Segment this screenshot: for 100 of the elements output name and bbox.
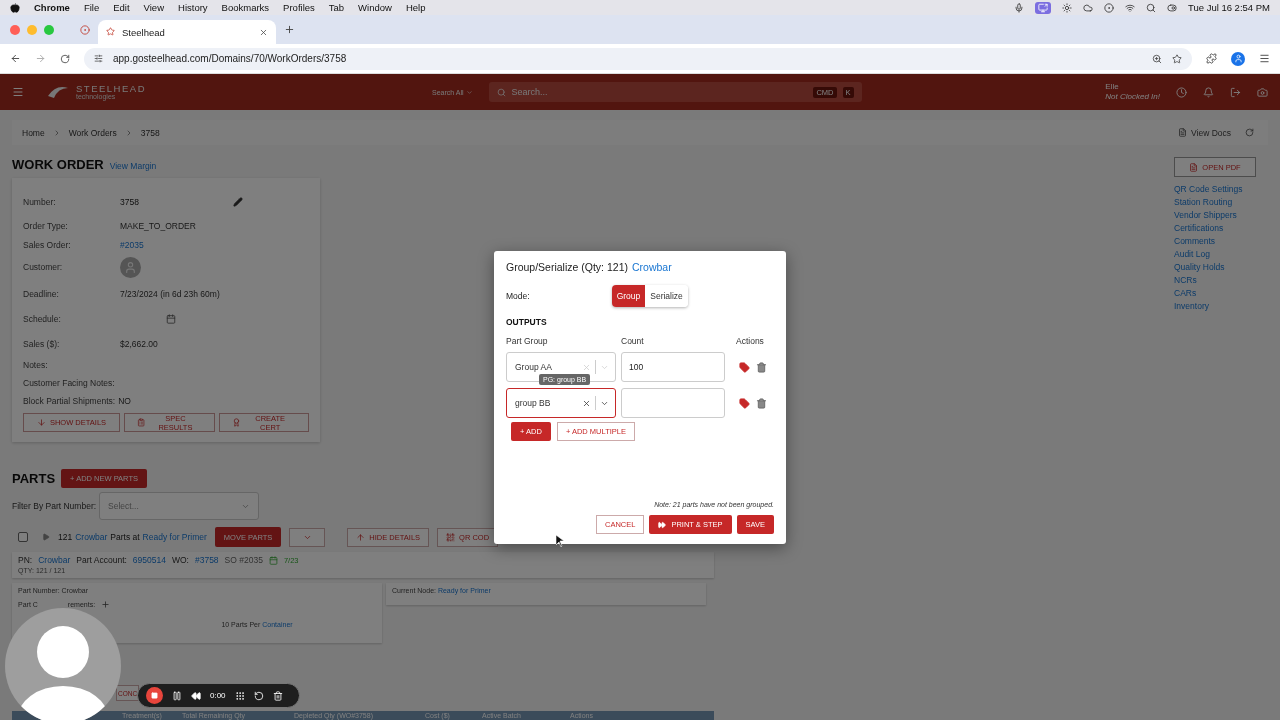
count-field[interactable]: 100 — [621, 352, 725, 382]
field-label: Customer: — [23, 262, 64, 272]
browser-tab[interactable]: Steelhead — [98, 20, 276, 44]
sidebar-link[interactable]: Inventory — [1174, 300, 1256, 313]
zoom-icon[interactable] — [1152, 53, 1162, 64]
breadcrumb[interactable]: Work Orders — [68, 127, 117, 138]
sidebar-link[interactable]: QR Code Settings — [1174, 183, 1256, 196]
menu-item[interactable]: Help — [405, 2, 426, 13]
grid-icon[interactable] — [234, 690, 245, 701]
part-link[interactable]: Crowbar — [631, 261, 672, 273]
bell-icon[interactable] — [1203, 86, 1214, 98]
field-value: $2,662.00 — [120, 339, 159, 349]
screen-share-icon[interactable] — [1034, 1, 1051, 14]
part-link[interactable]: Crowbar — [38, 555, 71, 565]
extensions-icon[interactable] — [1206, 53, 1217, 64]
mode-toggle[interactable]: Group — [611, 285, 646, 307]
stop-button[interactable] — [146, 687, 163, 704]
sidebar-link[interactable]: NCRs — [1174, 274, 1256, 287]
view-margin-link[interactable]: View Margin — [109, 161, 157, 171]
circle-icon — [1103, 2, 1114, 13]
caret-icon — [465, 88, 473, 96]
clear-icon[interactable] — [582, 398, 591, 408]
menu-app-name[interactable]: Chrome — [34, 2, 70, 13]
logo-name: STEELHEAD — [76, 83, 146, 94]
user-status: Not Clocked In! — [1105, 92, 1160, 102]
menu-item[interactable]: Profiles — [283, 2, 315, 13]
sidebar-link[interactable]: CARs — [1174, 287, 1256, 300]
record-icon — [80, 24, 90, 35]
part-group-select[interactable]: group BB — [506, 388, 616, 418]
field-value: 3758 — [120, 197, 139, 207]
field-label: Block Partial Shipments: — [23, 396, 116, 406]
new-tab-icon[interactable] — [284, 24, 295, 35]
rewind-icon[interactable] — [191, 690, 201, 701]
pdf-icon — [1189, 162, 1199, 172]
field-label: Schedule: — [23, 314, 62, 324]
sidebar-link[interactable]: Comments — [1174, 235, 1256, 248]
field-label: Customer Facing Notes: — [23, 378, 116, 388]
clock-icon[interactable] — [1176, 86, 1187, 98]
arrow-up-icon — [356, 532, 366, 542]
sidebar-link[interactable]: Certifications — [1174, 222, 1256, 235]
expand-icon[interactable] — [42, 533, 50, 541]
wo-label: WO: — [171, 555, 189, 565]
stop-icon — [151, 692, 158, 699]
profile-icon[interactable] — [1231, 51, 1245, 66]
add-icon[interactable] — [101, 600, 111, 609]
parts-group-text: 121 Crowbar Parts at Ready for Primer — [58, 532, 207, 542]
bookmark-star-icon[interactable] — [1172, 53, 1182, 64]
search-icon — [1145, 2, 1156, 13]
sidebar-link[interactable]: Vendor Shippers — [1174, 209, 1256, 222]
count-field[interactable] — [621, 388, 725, 418]
mode-toggle[interactable]: Serialize — [645, 285, 688, 307]
trash-icon[interactable] — [272, 690, 283, 701]
view-docs-link[interactable]: View Docs — [1178, 127, 1231, 138]
checkbox[interactable] — [18, 532, 28, 542]
address-field[interactable]: app.gosteelhead.com/Domains/70/WorkOrders/3758 — [84, 47, 1192, 70]
close-icon[interactable] — [259, 27, 268, 37]
award-icon — [231, 418, 241, 427]
refresh-icon[interactable] — [1245, 128, 1254, 137]
logout-icon[interactable] — [1230, 86, 1241, 98]
breadcrumb[interactable]: Home — [22, 127, 45, 138]
section-title: OUTPUTS — [506, 317, 548, 327]
restart-icon[interactable] — [253, 690, 264, 701]
menu-item[interactable]: View — [143, 2, 164, 13]
camera-icon[interactable] — [1257, 86, 1268, 98]
sales-order-link[interactable]: #2035 — [120, 240, 144, 250]
sidebar-link[interactable]: Quality Holds — [1174, 261, 1256, 274]
tag-icon[interactable] — [739, 397, 750, 409]
close-light[interactable] — [10, 24, 20, 35]
menu-item[interactable]: Window — [358, 2, 392, 13]
document-icon — [1178, 128, 1187, 137]
more-icon[interactable] — [1259, 53, 1270, 64]
menu-item[interactable]: Edit — [113, 2, 130, 13]
tag-icon[interactable] — [739, 361, 750, 373]
menu-icon[interactable] — [12, 86, 24, 98]
microphone-icon — [1013, 2, 1024, 13]
menu-item[interactable]: History — [178, 2, 208, 13]
account-link[interactable]: 6950514 — [132, 555, 166, 565]
user-name: Elle — [1105, 82, 1120, 92]
site-settings-icon[interactable] — [94, 54, 103, 63]
menu-item[interactable]: File — [83, 2, 100, 13]
wifi-icon — [1124, 2, 1135, 13]
menu-item[interactable]: Tab — [328, 2, 345, 13]
dialog-title: Group/Serialize (Qty: 121) — [506, 261, 628, 273]
mode-label: Mode: — [506, 291, 530, 301]
field-value: MAKE_TO_ORDER — [120, 221, 197, 231]
work-order-link[interactable]: #3758 — [194, 555, 219, 565]
apple-icon — [10, 2, 20, 13]
page-title: WORK ORDER — [12, 157, 104, 172]
qr-code-icon — [446, 532, 456, 542]
pause-icon[interactable] — [172, 690, 182, 701]
search-icon — [496, 87, 506, 97]
sidebar-link[interactable]: Station Routing — [1174, 196, 1256, 209]
menu-item[interactable]: Bookmarks — [221, 2, 270, 13]
back-icon[interactable] — [10, 53, 21, 64]
menu-clock: Tue Jul 16 2:54 PM — [1187, 2, 1270, 13]
reload-icon[interactable] — [60, 53, 70, 64]
pencil-icon[interactable] — [233, 197, 243, 207]
calendar-icon[interactable] — [166, 314, 176, 324]
column-header: Count — [621, 336, 645, 346]
sidebar-link[interactable]: Audit Log — [1174, 248, 1256, 261]
